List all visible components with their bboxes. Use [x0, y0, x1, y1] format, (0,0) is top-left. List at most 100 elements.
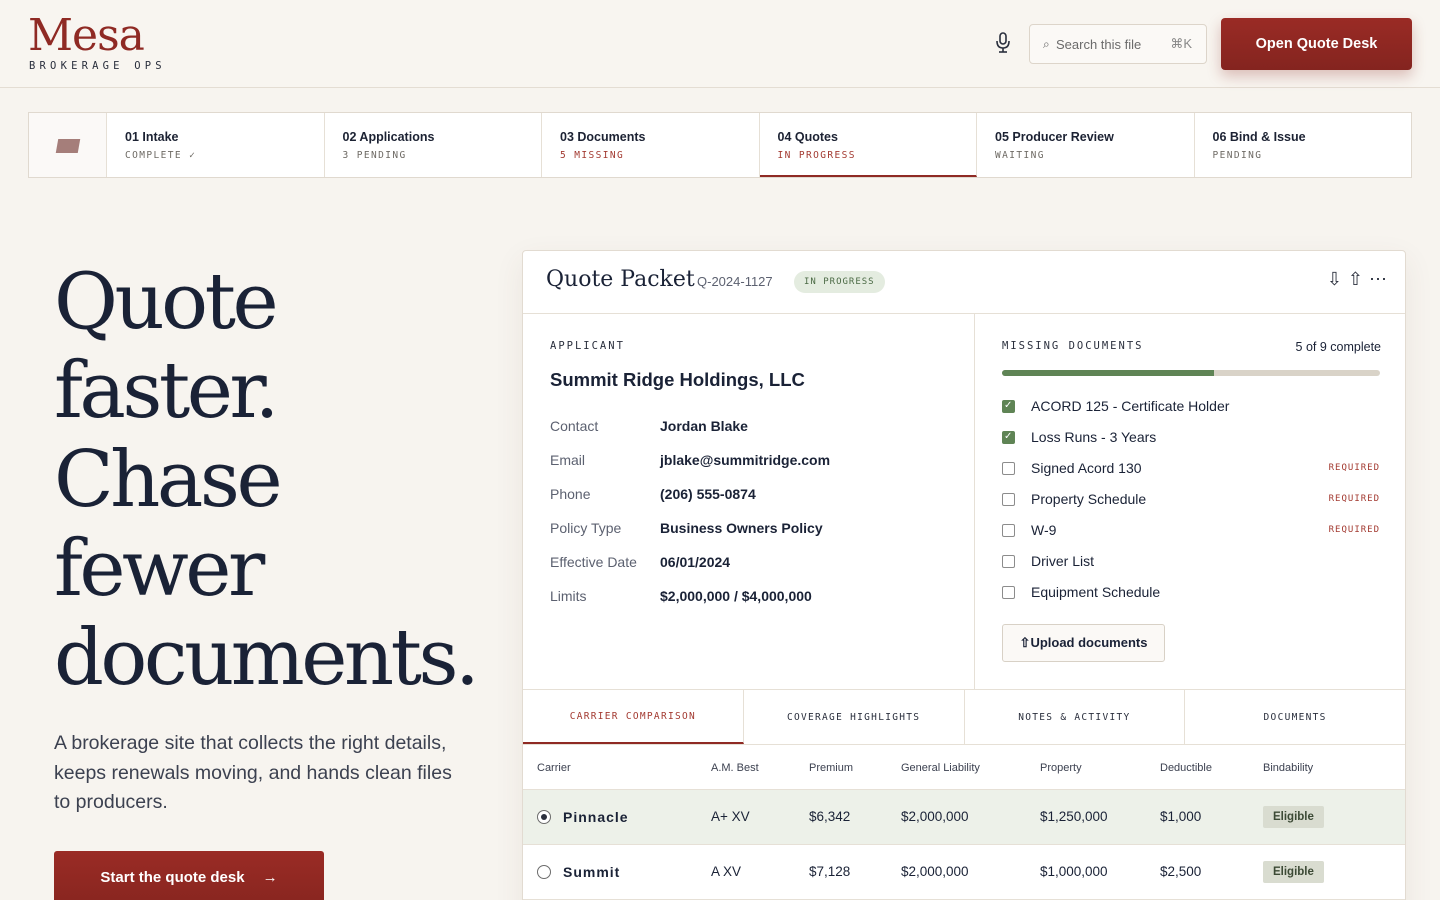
step-status: COMPLETE ✓: [125, 150, 197, 161]
applicant-name: Summit Ridge Holdings, LLC: [550, 369, 805, 390]
step-producer-review[interactable]: 05 Producer Review WAITING: [977, 113, 1195, 177]
document-item[interactable]: Equipment Schedule: [1002, 584, 1380, 604]
folder-icon: [55, 139, 81, 153]
hero-heading: Quote faster. Chase fewer documents.: [54, 258, 524, 703]
detail-key: Phone: [550, 486, 591, 502]
detail-value: $2,000,000 / $4,000,000: [660, 588, 812, 604]
hero-line: Quote: [54, 257, 279, 347]
missing-documents-section: MISSING DOCUMENTS 5 of 9 complete ACORD …: [975, 314, 1407, 689]
radio-selected[interactable]: [537, 810, 551, 824]
hero-description: A brokerage site that collects the right…: [54, 732, 452, 813]
detail-value: Jordan Blake: [660, 418, 748, 434]
document-item[interactable]: Driver List: [1002, 553, 1380, 573]
document-item[interactable]: ACORD 125 - Certificate Holder: [1002, 398, 1380, 418]
detail-key: Policy Type: [550, 520, 622, 536]
step-quotes[interactable]: 04 Quotes IN PROGRESS: [759, 113, 977, 177]
checkbox[interactable]: [1002, 524, 1015, 537]
document-item[interactable]: W-9 REQUIRED: [1002, 522, 1380, 542]
document-name: ACORD 125 - Certificate Holder: [1031, 398, 1230, 414]
step-documents[interactable]: 03 Documents 5 MISSING: [542, 113, 760, 177]
document-item[interactable]: Signed Acord 130 REQUIRED: [1002, 460, 1380, 480]
logo[interactable]: Mesa: [28, 10, 145, 62]
step-thumbnail[interactable]: [29, 113, 107, 177]
search-input[interactable]: ⌕ Search this file ⌘K: [1029, 24, 1207, 64]
column-header: Carrier: [537, 762, 571, 774]
step-status: PENDING: [1212, 150, 1263, 161]
share-icon[interactable]: ⇧: [1348, 269, 1363, 290]
open-quote-desk-button[interactable]: Open Quote Desk: [1221, 18, 1412, 70]
detail-row: Phone (206) 555-0874: [550, 486, 950, 506]
required-tag: REQUIRED: [1328, 494, 1380, 504]
hero-line: documents.: [54, 613, 480, 703]
property: $1,000,000: [1040, 864, 1108, 879]
search-icon: ⌕: [1043, 37, 1050, 51]
panel-tabs: CARRIER COMPARISON COVERAGE HIGHLIGHTS N…: [523, 689, 1405, 745]
upload-documents-button[interactable]: ⇧Upload documents: [1002, 624, 1165, 662]
table-row[interactable]: Summit A XV $7,128 $2,000,000 $1,000,000…: [523, 845, 1405, 900]
detail-key: Effective Date: [550, 554, 637, 570]
document-name: W-9: [1031, 522, 1057, 538]
checkbox[interactable]: [1002, 462, 1015, 475]
eligible-badge: Eligible: [1263, 806, 1324, 828]
tab-coverage-highlights[interactable]: COVERAGE HIGHLIGHTS: [744, 690, 965, 744]
step-title: 02 Applications: [342, 130, 435, 144]
step-status: WAITING: [995, 150, 1045, 161]
checkbox[interactable]: [1002, 555, 1015, 568]
search-placeholder: Search this file: [1056, 37, 1142, 52]
radio[interactable]: [537, 865, 551, 879]
documents-progress-bar: [1002, 370, 1380, 376]
step-bind-issue[interactable]: 06 Bind & Issue PENDING: [1195, 113, 1412, 177]
detail-key: Email: [550, 452, 586, 468]
search-shortcut: ⌘K: [1170, 36, 1192, 51]
quote-packet-panel: Quote Packet Q-2024-1127 IN PROGRESS ⇩ ⇧…: [522, 250, 1406, 900]
checkbox-checked[interactable]: [1002, 431, 1015, 444]
download-icon[interactable]: ⇩: [1327, 269, 1342, 290]
detail-value: (206) 555-0874: [660, 486, 756, 502]
detail-row: Email jblake@summitridge.com: [550, 452, 950, 472]
step-applications[interactable]: 02 Applications 3 PENDING: [325, 113, 542, 177]
step-title: 04 Quotes: [777, 130, 838, 144]
document-name: Equipment Schedule: [1031, 584, 1161, 600]
premium: $7,128: [809, 864, 851, 879]
microphone-icon[interactable]: [994, 32, 1012, 54]
checkbox[interactable]: [1002, 586, 1015, 599]
step-intake[interactable]: 01 Intake COMPLETE ✓: [107, 113, 325, 177]
top-header: Mesa BROKERAGE OPS ⌕ Search this file ⌘K…: [0, 0, 1440, 88]
eligible-badge: Eligible: [1263, 861, 1324, 883]
panel-title: Quote Packet: [546, 267, 695, 292]
required-tag: REQUIRED: [1328, 525, 1380, 535]
step-title: 05 Producer Review: [995, 130, 1114, 144]
required-tag: REQUIRED: [1328, 463, 1380, 473]
deductible: $1,000: [1160, 809, 1202, 824]
tab-notes-activity[interactable]: NOTES & ACTIVITY: [965, 690, 1186, 744]
start-quote-desk-button[interactable]: Start the quote desk →: [54, 851, 324, 900]
column-header: Bindability: [1263, 762, 1314, 774]
general-liability: $2,000,000: [901, 809, 969, 824]
document-item[interactable]: Loss Runs - 3 Years: [1002, 429, 1380, 449]
missing-documents-label: MISSING DOCUMENTS: [1002, 340, 1144, 352]
complete-count: 5 of 9 complete: [1295, 340, 1381, 354]
checkbox-checked[interactable]: [1002, 400, 1015, 413]
step-status: 5 MISSING: [560, 150, 625, 161]
column-header: A.M. Best: [711, 762, 759, 774]
detail-value: 06/01/2024: [660, 554, 731, 570]
tab-carrier-comparison[interactable]: CARRIER COMPARISON: [523, 690, 744, 744]
column-header: Deductible: [1160, 762, 1212, 774]
am-best: A+ XV: [711, 809, 750, 824]
status-badge: IN PROGRESS: [794, 271, 885, 293]
table-row[interactable]: Pinnacle A+ XV $6,342 $2,000,000 $1,250,…: [523, 790, 1405, 845]
deductible: $2,500: [1160, 864, 1202, 879]
more-icon[interactable]: ⋯: [1369, 269, 1387, 290]
step-status: IN PROGRESS: [777, 150, 856, 161]
applicant-label: APPLICANT: [550, 340, 625, 352]
detail-key: Limits: [550, 588, 587, 604]
premium: $6,342: [809, 809, 851, 824]
workflow-stepper: 01 Intake COMPLETE ✓ 02 Applications 3 P…: [28, 112, 1412, 178]
document-name: Driver List: [1031, 553, 1095, 569]
hero-line: faster.: [54, 346, 279, 436]
tab-documents[interactable]: DOCUMENTS: [1185, 690, 1405, 744]
document-item[interactable]: Property Schedule REQUIRED: [1002, 491, 1380, 511]
step-status: 3 PENDING: [342, 150, 407, 161]
checkbox[interactable]: [1002, 493, 1015, 506]
logo-subtitle: BROKERAGE OPS: [29, 60, 166, 72]
